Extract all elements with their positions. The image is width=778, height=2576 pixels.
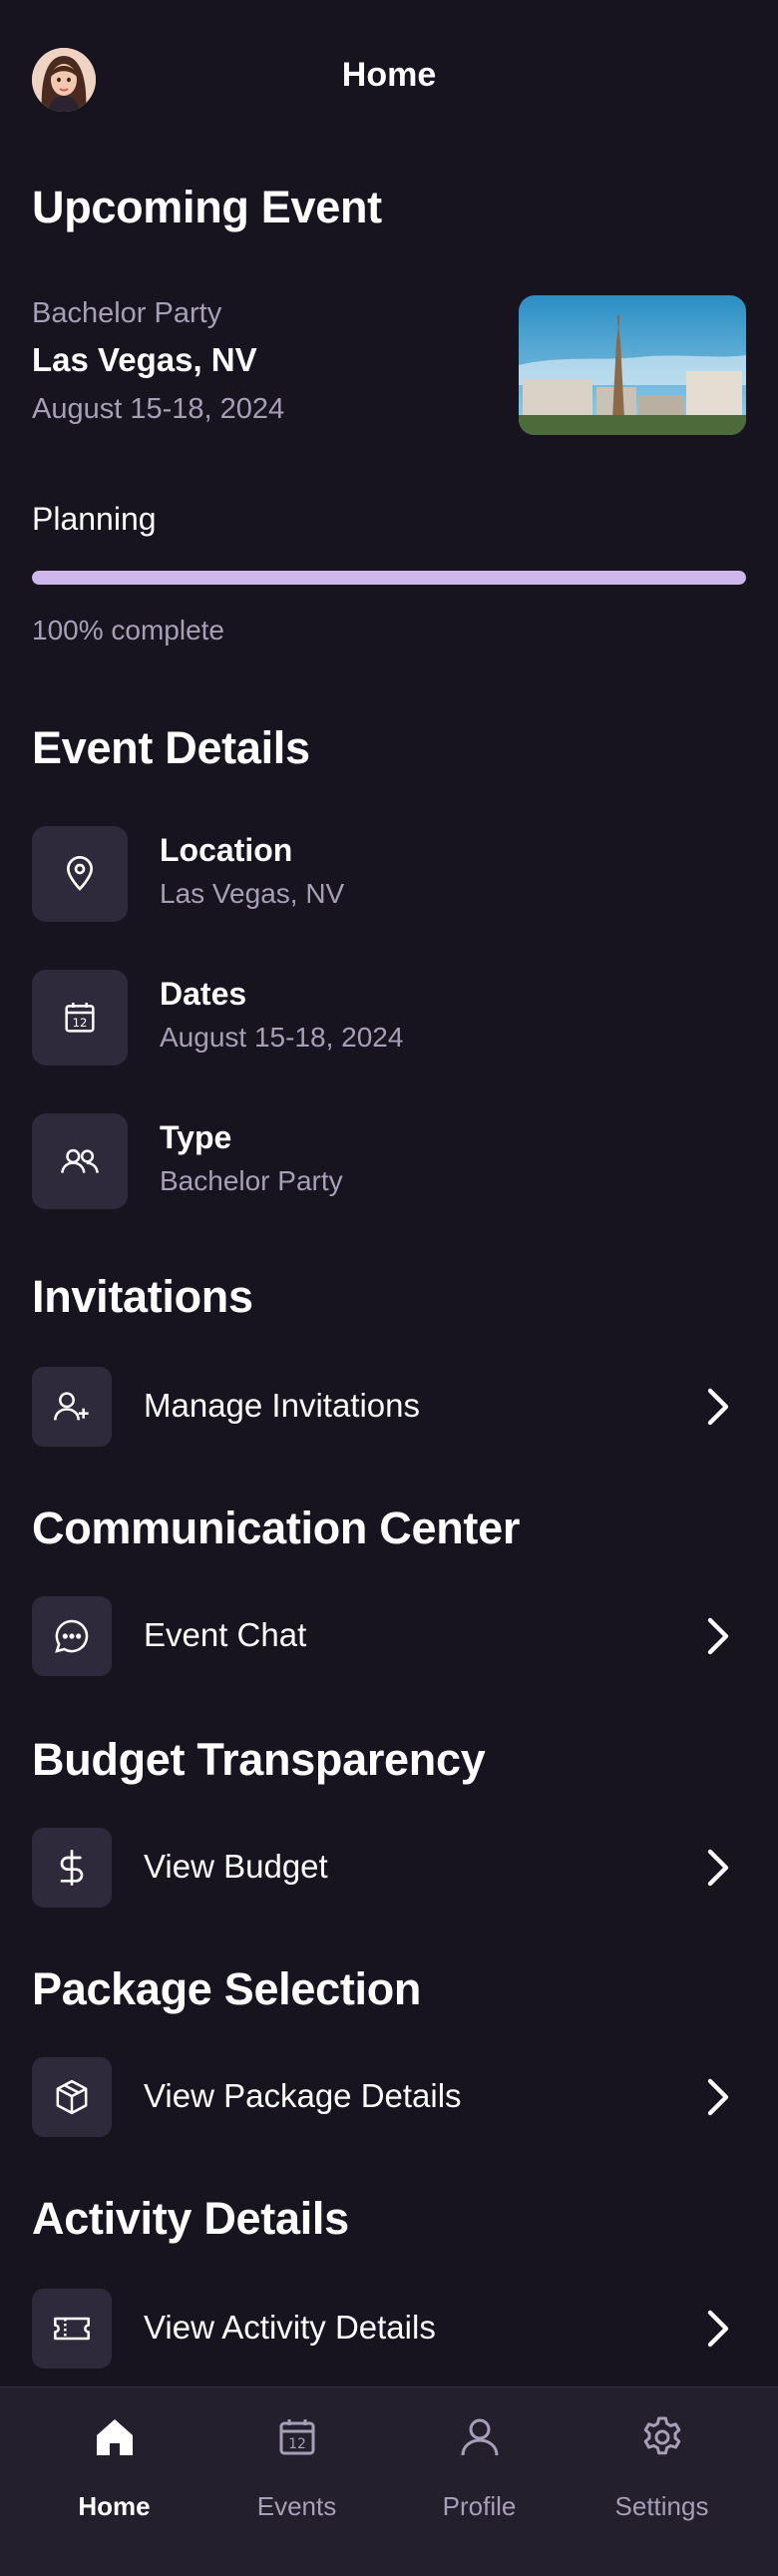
chevron-right-icon[interactable] (704, 1848, 732, 1888)
detail-title-type: Type (160, 1119, 232, 1155)
nav-settings-label: Settings (614, 2491, 709, 2521)
event-dates: August 15-18, 2024 (32, 393, 285, 425)
profile-icon (461, 2418, 498, 2456)
progress-text: 100% complete (32, 615, 225, 645)
planning-progress-bar (32, 571, 746, 585)
budget-transparency-heading: Budget Transparency (32, 1734, 486, 1785)
svg-text:12: 12 (73, 1016, 88, 1030)
nav-profile[interactable]: Profile (388, 2387, 571, 2576)
nav-settings[interactable]: Settings (571, 2387, 753, 2576)
chevron-right-icon[interactable] (704, 1616, 732, 1656)
dollar-icon (60, 1850, 84, 1886)
calendar-icon: 12 (279, 2419, 314, 2455)
event-location: Las Vegas, NV (32, 341, 257, 378)
invitations-icon-box (32, 1367, 112, 1447)
type-card-icon (32, 1113, 128, 1209)
chevron-right-icon[interactable] (704, 1387, 732, 1427)
page-title: Home (341, 56, 437, 94)
calendar-icon: 12 (65, 1003, 95, 1033)
add-user-icon (54, 1392, 89, 1421)
activity-icon-box (32, 2289, 112, 2368)
dates-card-icon: 12 (32, 970, 128, 1066)
upcoming-event-heading: Upcoming Event (32, 182, 382, 232)
event-details-heading: Event Details (32, 722, 310, 773)
event-chat-label[interactable]: Event Chat (144, 1616, 306, 1654)
detail-value-dates: August 15-18, 2024 (160, 1022, 404, 1053)
nav-events[interactable]: 12 Events (205, 2387, 388, 2576)
chat-icon-box (32, 1596, 112, 1676)
invitations-heading: Invitations (32, 1271, 253, 1322)
detail-value-location: Las Vegas, NV (160, 878, 345, 909)
app-header: Home (0, 0, 778, 160)
package-selection-heading: Package Selection (32, 1963, 422, 2014)
activity-details-heading: Activity Details (32, 2193, 349, 2244)
svg-text:12: 12 (288, 2436, 306, 2452)
bottom-navigation: Home 12 Events Profile Settings (0, 2386, 778, 2576)
settings-gear-icon (643, 2416, 680, 2455)
chevron-right-icon[interactable] (704, 2077, 732, 2117)
progress-fill (32, 571, 746, 585)
package-icon-box (32, 2057, 112, 2137)
location-card-icon (32, 826, 128, 922)
users-icon (61, 1148, 99, 1173)
ticket-icon (54, 2317, 90, 2341)
planning-label: Planning (32, 501, 157, 537)
package-icon (56, 2079, 88, 2115)
home-icon (96, 2419, 133, 2455)
communication-center-heading: Communication Center (32, 1503, 521, 1553)
event-type: Bachelor Party (32, 297, 222, 329)
nav-home[interactable]: Home (23, 2387, 205, 2576)
budget-icon-box (32, 1828, 112, 1908)
nav-home-label: Home (78, 2491, 151, 2521)
location-pin-icon (66, 856, 94, 891)
nav-events-label: Events (256, 2491, 337, 2521)
view-activity-details-label[interactable]: View Activity Details (144, 2309, 436, 2347)
manage-invitations-label[interactable]: Manage Invitations (144, 1387, 420, 1425)
view-package-details-label[interactable]: View Package Details (144, 2077, 462, 2115)
detail-value-type: Bachelor Party (160, 1165, 343, 1196)
chevron-right-icon[interactable] (704, 2309, 732, 2349)
view-budget-label[interactable]: View Budget (144, 1848, 328, 1886)
chat-bubble-icon (55, 1619, 89, 1653)
detail-title-dates: Dates (160, 976, 247, 1012)
nav-profile-label: Profile (442, 2491, 517, 2521)
event-image[interactable] (519, 295, 746, 435)
detail-title-location: Location (160, 832, 293, 868)
